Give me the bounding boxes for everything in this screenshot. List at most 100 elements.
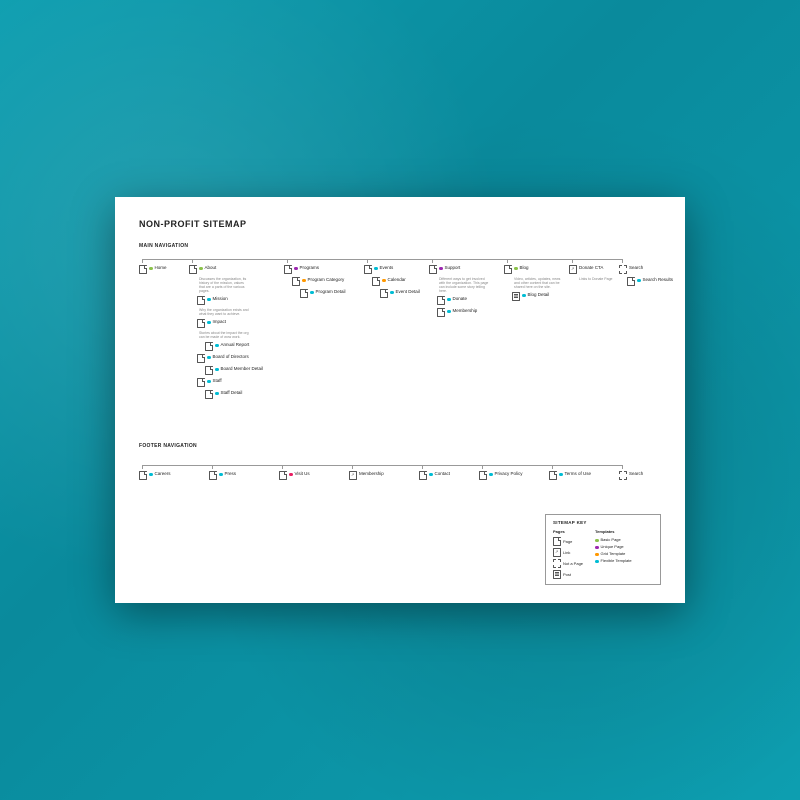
page-icon — [627, 277, 635, 286]
template-dot — [595, 553, 599, 557]
sitemap-node: Membership — [437, 308, 489, 317]
connector-tick — [352, 465, 353, 469]
sitemap-document: NON-PROFIT SITEMAP MAIN NAVIGATION HomeA… — [115, 197, 685, 603]
node-label: Calendar — [388, 277, 406, 283]
page-icon — [197, 319, 205, 328]
key-row: Basic Page — [595, 537, 632, 542]
page-icon — [429, 265, 437, 274]
template-dot — [595, 560, 599, 564]
main-nav-heading: MAIN NAVIGATION — [139, 243, 661, 249]
node-label: Blog Detail — [528, 292, 550, 298]
template-dot — [215, 368, 219, 372]
connector-tick — [282, 465, 283, 469]
node-label: Staff — [213, 378, 222, 384]
connector-tick — [482, 465, 483, 469]
page-icon — [197, 378, 205, 387]
sitemap-node: Support — [429, 265, 489, 274]
main-connector-line — [142, 259, 622, 260]
background: NON-PROFIT SITEMAP MAIN NAVIGATION HomeA… — [0, 0, 800, 800]
sitemap-column: Home — [139, 265, 167, 277]
node-label: Press — [225, 471, 237, 477]
template-dot — [310, 291, 314, 295]
node-label: Contact — [435, 471, 451, 477]
sitemap-column: EventsCalendarEvent Detail — [364, 265, 420, 301]
connector-tick — [432, 259, 433, 263]
sitemap-node: Search — [619, 265, 673, 274]
page-icon — [372, 277, 380, 286]
page-icon — [139, 265, 147, 274]
page-icon — [380, 289, 388, 298]
key-row: Post — [553, 570, 583, 579]
footer-node: Contact — [419, 471, 450, 480]
key-label: Unique Page — [601, 544, 624, 549]
template-dot — [207, 321, 211, 325]
template-dot — [595, 539, 599, 543]
sitemap-node: Program Category — [292, 277, 346, 286]
sitemap-node: Event Detail — [380, 289, 420, 298]
template-dot — [390, 291, 394, 295]
node-description: Why the organization exists and what the… — [199, 308, 249, 316]
page-icon — [279, 471, 287, 480]
node-description: Links to Donate Page — [579, 277, 612, 281]
key-row: Flexible Template — [595, 558, 632, 563]
key-label: Flexible Template — [601, 558, 632, 563]
connector-tick — [572, 259, 573, 263]
template-dot — [559, 473, 563, 477]
sitemap-node: Blog — [504, 265, 564, 274]
page-icon — [300, 289, 308, 298]
key-templates-column: Templates Basic PageUnique PageGrid Temp… — [595, 529, 632, 579]
footer-node: Terms of Use — [549, 471, 591, 480]
page-icon — [553, 537, 561, 546]
key-label: Page — [563, 539, 572, 544]
key-label: Link — [563, 550, 570, 555]
connector-tick — [507, 259, 508, 263]
node-label: Search — [629, 265, 643, 271]
template-dot — [207, 380, 211, 384]
key-row: Link — [553, 548, 583, 557]
template-dot — [294, 267, 298, 271]
key-row: Not a Page — [553, 559, 583, 568]
sitemap-node: Donate — [437, 296, 489, 305]
template-dot — [215, 392, 219, 396]
connector-tick — [287, 259, 288, 263]
key-row: Grid Template — [595, 551, 632, 556]
sitemap-node: Annual Report — [205, 342, 263, 351]
footer-node: Press — [209, 471, 236, 480]
footer-node: Search — [619, 471, 643, 480]
footer-nav-diagram: CareersPressVisit UsMembershipContactPri… — [139, 459, 661, 495]
template-dot — [447, 298, 451, 302]
page-icon — [197, 354, 205, 363]
template-dot — [199, 267, 203, 271]
notpage-icon — [619, 471, 627, 480]
template-dot — [289, 473, 293, 477]
template-dot — [595, 546, 599, 550]
template-dot — [302, 279, 306, 283]
page-icon — [364, 265, 372, 274]
node-label: Home — [155, 265, 167, 271]
node-label: Impact — [213, 319, 227, 325]
connector-tick — [622, 465, 623, 469]
main-nav-diagram: HomeAboutDiscusses the organization, its… — [139, 253, 661, 443]
page-icon — [284, 265, 292, 274]
footer-column: Search — [619, 471, 643, 483]
footer-column: Press — [209, 471, 236, 483]
footer-column: Contact — [419, 471, 450, 483]
footer-column: Privacy Policy — [479, 471, 523, 483]
key-label: Grid Template — [601, 551, 626, 556]
sitemap-node: Board Member Detail — [205, 366, 263, 375]
template-dot — [207, 356, 211, 360]
key-label: Not a Page — [563, 561, 583, 566]
page-icon — [479, 471, 487, 480]
node-label: Search Results — [643, 277, 674, 283]
key-title: SITEMAP KEY — [553, 520, 653, 525]
node-label: Membership — [453, 308, 478, 314]
template-dot — [382, 279, 386, 283]
page-icon — [504, 265, 512, 274]
node-label: Board of Directors — [213, 354, 249, 360]
key-row: Unique Page — [595, 544, 632, 549]
page-icon — [139, 471, 147, 480]
footer-node: Privacy Policy — [479, 471, 523, 480]
connector-tick — [142, 465, 143, 469]
link-icon — [569, 265, 577, 274]
node-description: Video, articles, updates, news and other… — [514, 277, 564, 289]
